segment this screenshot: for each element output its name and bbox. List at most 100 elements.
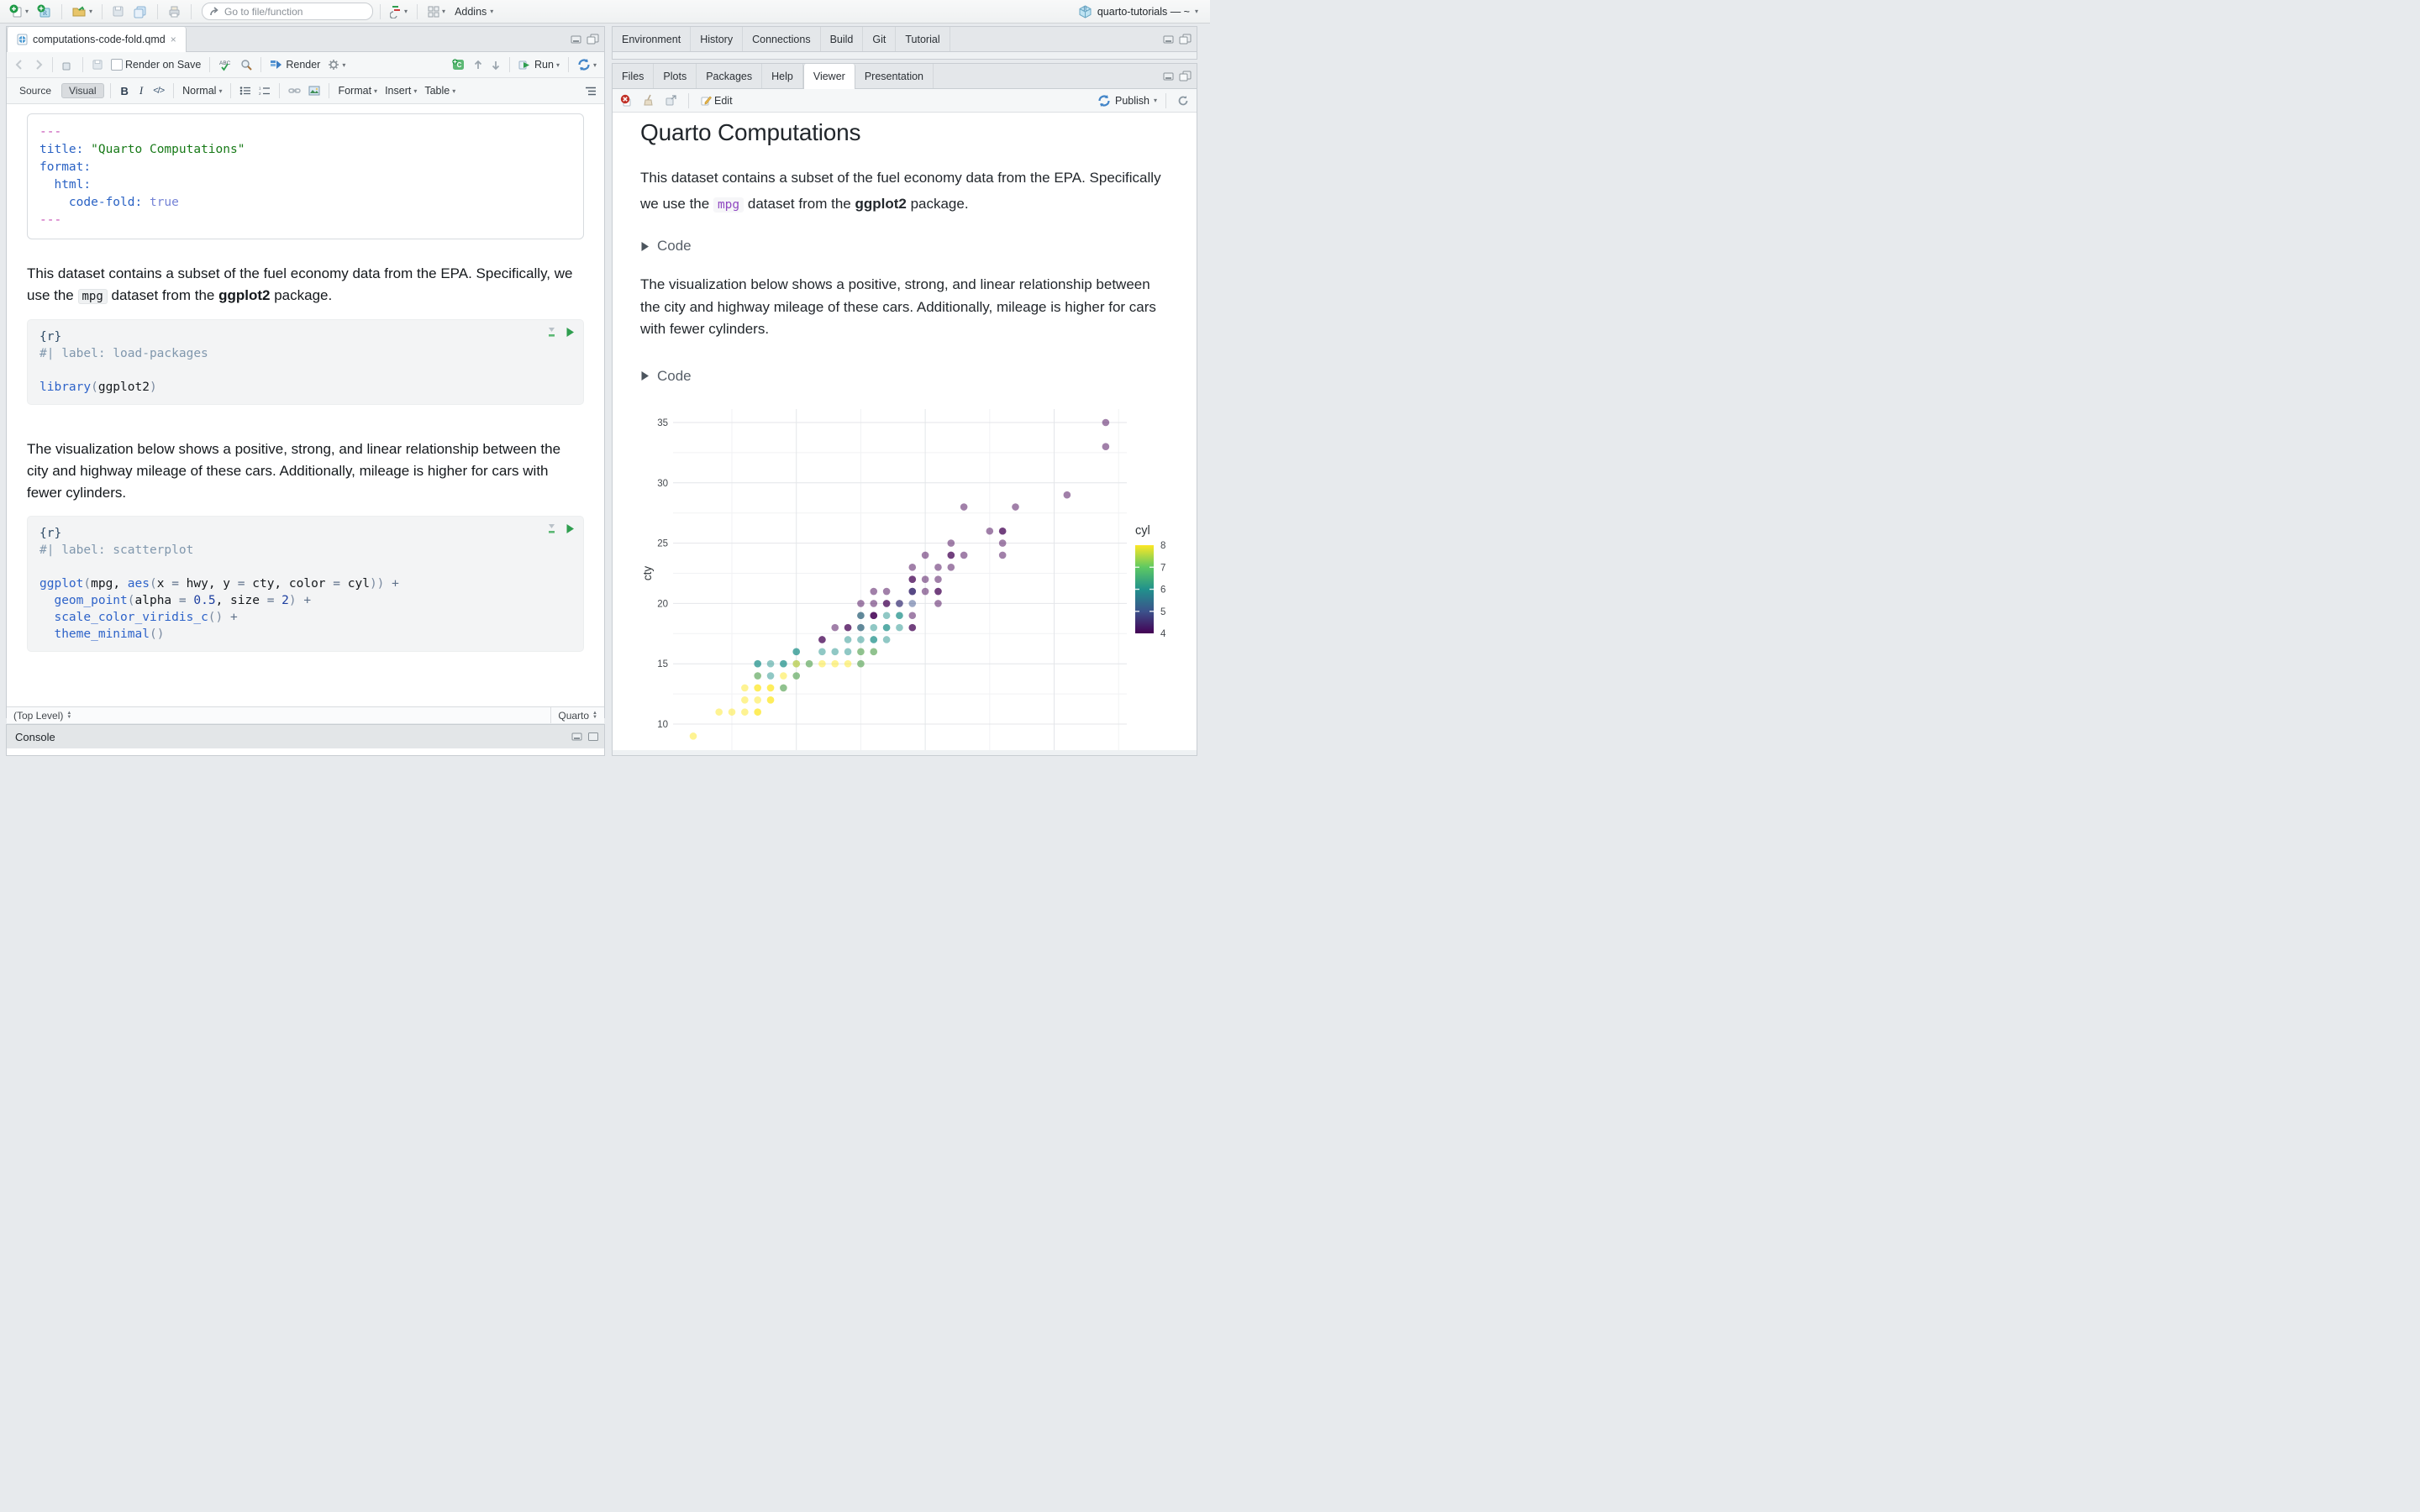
- print-button[interactable]: [165, 3, 184, 20]
- open-in-new-window-button[interactable]: [59, 58, 76, 72]
- viewer-stop-button[interactable]: [618, 92, 635, 108]
- back-button[interactable]: [12, 58, 28, 71]
- close-tab-icon[interactable]: ×: [171, 34, 176, 45]
- version-control-icon: [390, 6, 401, 18]
- run-button[interactable]: Run ▾: [516, 57, 562, 72]
- inline-code: mpg: [713, 197, 744, 213]
- spellcheck-button[interactable]: ABC: [216, 57, 235, 73]
- editor-paragraph-2[interactable]: The visualization below shows a positive…: [27, 438, 584, 504]
- editor-paragraph-1[interactable]: This dataset contains a subset of the fu…: [27, 263, 584, 307]
- outline-toggle-button[interactable]: [582, 85, 599, 97]
- minimize-pane-icon[interactable]: [571, 34, 582, 45]
- run-chunks-above-icon[interactable]: [546, 327, 557, 338]
- publish-button[interactable]: Publish ▾: [1097, 94, 1157, 108]
- viewer-popout-button[interactable]: [662, 93, 680, 108]
- goto-file-function-input[interactable]: Go to file/function: [202, 3, 374, 20]
- svg-text:15: 15: [657, 659, 668, 669]
- viewer-refresh-button[interactable]: [1175, 93, 1192, 108]
- render-button[interactable]: Render: [267, 57, 323, 72]
- code-fold-toggle-1[interactable]: Code: [640, 235, 1169, 257]
- file-type-selector[interactable]: Quarto ▲ ▼: [550, 707, 604, 723]
- tab-env-git[interactable]: Git: [863, 27, 897, 51]
- maximize-pane-icon[interactable]: [587, 34, 599, 45]
- insert-chunk-button[interactable]: C: [449, 56, 468, 73]
- version-control-button[interactable]: ▾: [387, 3, 410, 20]
- bold-button[interactable]: B: [117, 85, 133, 97]
- yaml-front-matter[interactable]: --- title: "Quarto Computations" format: h…: [27, 113, 584, 239]
- console-body[interactable]: [7, 748, 604, 755]
- open-file-button[interactable]: ▾: [69, 3, 95, 20]
- format-menu[interactable]: Format ▾: [335, 83, 380, 98]
- run-icon: [518, 60, 530, 69]
- code-fold-toggle-2[interactable]: Code: [640, 365, 1169, 387]
- new-project-button[interactable]: R: [34, 3, 55, 20]
- tab-files-presentation[interactable]: Presentation: [855, 64, 934, 88]
- bullet-list-button[interactable]: [237, 84, 254, 97]
- code-chunk-load-packages[interactable]: {r} #| label: load-packages library(ggplo…: [27, 319, 584, 405]
- numbered-list-button[interactable]: 12: [256, 84, 273, 97]
- viewer-clear-button[interactable]: [640, 92, 657, 108]
- render-settings-button[interactable]: ▾: [325, 57, 348, 72]
- insert-menu[interactable]: Insert ▾: [382, 83, 419, 98]
- save-button[interactable]: [109, 3, 127, 19]
- tab-env-build[interactable]: Build: [821, 27, 864, 51]
- minimize-pane-icon[interactable]: [571, 732, 583, 742]
- tab-env-connections[interactable]: Connections: [743, 27, 821, 51]
- new-file-button[interactable]: ▾: [7, 3, 31, 20]
- code-line: {r}: [39, 330, 62, 344]
- open-file-caret: ▾: [89, 8, 93, 15]
- viewer-edit-button[interactable]: Edit: [697, 93, 735, 108]
- tab-computations-code-fold[interactable]: computations-code-fold.qmd ×: [7, 27, 187, 52]
- run-chunk-icon[interactable]: [566, 523, 575, 534]
- svg-text:20: 20: [657, 599, 668, 609]
- table-menu[interactable]: Table ▾: [422, 83, 458, 98]
- maximize-pane-icon[interactable]: [1179, 34, 1192, 45]
- outline-scope-selector[interactable]: (Top Level) ▲ ▼: [7, 710, 550, 722]
- source-publish-button[interactable]: ▾: [575, 56, 599, 73]
- code-format-button[interactable]: </>: [150, 86, 167, 96]
- minimize-pane-icon[interactable]: [1163, 34, 1175, 45]
- run-chunks-above-icon[interactable]: [546, 523, 557, 534]
- maximize-pane-icon[interactable]: [1179, 71, 1192, 81]
- image-button[interactable]: [306, 84, 323, 97]
- pane-layout-button[interactable]: ▾: [424, 3, 448, 20]
- main-toolbar: ▾ R ▾ Go to file/function ▾ ▾ Addins ▾ R…: [0, 0, 1210, 24]
- go-next-section-button[interactable]: [488, 58, 503, 72]
- addins-button[interactable]: Addins ▾: [451, 4, 497, 19]
- minimize-pane-icon[interactable]: [1163, 71, 1175, 81]
- tab-env-history[interactable]: History: [691, 27, 744, 51]
- run-chunk-icon[interactable]: [566, 327, 575, 338]
- tab-files-files[interactable]: Files: [613, 64, 655, 88]
- link-button[interactable]: [286, 84, 303, 97]
- visual-mode-toggle[interactable]: Visual: [61, 83, 104, 98]
- maximize-pane-icon[interactable]: [587, 732, 599, 742]
- tab-files-viewer[interactable]: Viewer: [802, 64, 855, 89]
- tab-env-tutorial[interactable]: Tutorial: [896, 27, 950, 51]
- console-header[interactable]: Console: [7, 725, 604, 748]
- version-control-caret: ▾: [404, 8, 408, 15]
- code-line: title: "Quarto Computations": [39, 143, 245, 156]
- insert-chunk-icon: C: [452, 59, 465, 70]
- render-on-save-checkbox[interactable]: Render on Save: [108, 57, 203, 72]
- toolbar-separator: [102, 3, 103, 19]
- find-replace-button[interactable]: [238, 57, 255, 72]
- code-chunk-scatterplot[interactable]: {r} #| label: scatterplot ggplot(mpg, aes…: [27, 516, 584, 652]
- tab-files-plots[interactable]: Plots: [654, 64, 697, 88]
- search-icon: [241, 60, 253, 71]
- italic-button[interactable]: I: [135, 84, 147, 97]
- source-mode-toggle[interactable]: Source: [12, 83, 59, 98]
- save-all-button[interactable]: [130, 3, 150, 20]
- go-prev-section-button[interactable]: [471, 58, 486, 72]
- visual-editor-canvas[interactable]: --- title: "Quarto Computations" format: h…: [7, 104, 604, 706]
- forward-button[interactable]: [30, 58, 46, 71]
- save-doc-button[interactable]: [89, 57, 106, 72]
- file-type-updown-icon: ▲ ▼: [592, 710, 597, 720]
- addins-label: Addins: [455, 5, 487, 18]
- tab-files-help[interactable]: Help: [762, 64, 803, 88]
- paragraph-style-select[interactable]: Normal ▾: [180, 83, 224, 98]
- viewer-content[interactable]: Quarto Computations This dataset contain…: [613, 113, 1197, 750]
- project-menu-button[interactable]: R quarto-tutorials — ~ ▾: [1073, 3, 1203, 20]
- tab-env-environment[interactable]: Environment: [613, 27, 692, 51]
- tab-files-packages[interactable]: Packages: [697, 64, 763, 88]
- environment-tabbar: Environment History Connections Build Git Tut…: [613, 27, 1197, 52]
